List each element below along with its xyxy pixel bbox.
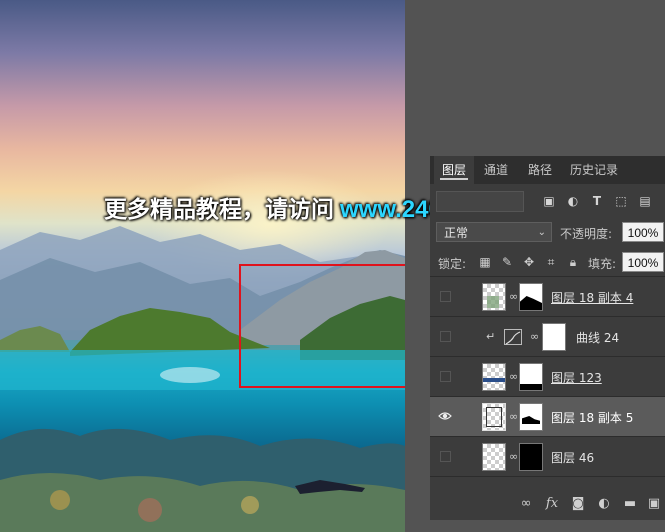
layer-name[interactable]: 图层 46 xyxy=(551,449,594,466)
add-mask-icon[interactable]: ◙ xyxy=(570,496,586,512)
link-layers-icon[interactable]: ∞ xyxy=(518,496,534,512)
layer-row[interactable]: ↵ ∞ 曲线 24 xyxy=(430,317,665,357)
visibility-toggle[interactable] xyxy=(440,451,451,462)
layers-panel: 图层 通道 路径 历史记录 ▣ ◐ T ⬚ ▤ 正常 ⌄ 不透明度: 100% … xyxy=(430,156,665,520)
image-filter-icon[interactable]: ▣ xyxy=(542,194,556,208)
new-adjustment-icon[interactable]: ◐ xyxy=(596,496,612,512)
eye-icon[interactable] xyxy=(438,410,452,422)
link-icon[interactable]: ∞ xyxy=(509,410,518,424)
smart-object-filter-icon[interactable]: ▤ xyxy=(638,194,652,208)
filter-kind-select[interactable] xyxy=(436,191,524,212)
lock-position-icon[interactable]: ✥ xyxy=(522,255,536,269)
lock-all-icon[interactable]: 🔒︎ xyxy=(566,255,580,269)
layer-mask-thumbnail xyxy=(519,443,543,471)
highlight-rectangle xyxy=(239,264,405,388)
visibility-toggle[interactable] xyxy=(440,291,451,302)
opacity-label: 不透明度: xyxy=(560,227,613,241)
blend-mode-value: 正常 xyxy=(444,226,469,240)
type-filter-icon[interactable]: T xyxy=(590,194,604,208)
new-group-icon[interactable]: ▬ xyxy=(622,496,638,512)
layer-name[interactable]: 图层 18 副本 4 xyxy=(551,289,633,306)
blend-mode-select[interactable]: 正常 ⌄ xyxy=(436,222,552,242)
opacity-field[interactable]: 100% xyxy=(622,222,664,242)
adjustment-filter-icon[interactable]: ◐ xyxy=(566,194,580,208)
tab-layers[interactable]: 图层 xyxy=(434,156,474,184)
layer-thumbnail xyxy=(482,283,506,311)
layer-mask-thumbnail xyxy=(542,323,566,351)
layers-list: ∞ 图层 18 副本 4 ↵ ∞ 曲线 24 ∞ 图层 123 ∞ 图层 18 … xyxy=(430,276,665,487)
clipping-arrow-icon: ↵ xyxy=(486,330,496,343)
lock-transparent-icon[interactable]: ▦ xyxy=(478,255,492,269)
layer-name[interactable]: 图层 123 xyxy=(551,369,602,386)
link-icon[interactable]: ∞ xyxy=(509,290,518,304)
fill-label: 填充: xyxy=(588,257,617,271)
layer-row[interactable]: ∞ 图层 123 xyxy=(430,357,665,397)
curves-adjustment-icon xyxy=(504,329,522,345)
layer-row[interactable]: ∞ 图层 46 xyxy=(430,437,665,477)
link-icon[interactable]: ∞ xyxy=(530,330,539,344)
layer-row[interactable]: ∞ 图层 18 副本 5 xyxy=(430,397,665,437)
layer-thumbnail xyxy=(482,363,506,391)
tab-history[interactable]: 历史记录 xyxy=(562,156,626,184)
new-layer-icon[interactable]: ▣ xyxy=(646,496,662,512)
link-icon[interactable]: ∞ xyxy=(509,450,518,464)
layer-mask-thumbnail xyxy=(519,363,543,391)
layer-filter-row: ▣ ◐ T ⬚ ▤ xyxy=(430,188,665,216)
visibility-toggle[interactable] xyxy=(440,371,451,382)
layers-bottom-toolbar: ∞ fx ◙ ◐ ▬ ▣ xyxy=(430,486,665,520)
tab-channels[interactable]: 通道 xyxy=(476,156,516,184)
fill-field[interactable]: 100% xyxy=(622,252,664,272)
shape-filter-icon[interactable]: ⬚ xyxy=(614,194,628,208)
lock-label: 锁定: xyxy=(438,257,467,271)
layer-mask-thumbnail xyxy=(519,403,543,431)
layer-thumbnail xyxy=(482,403,506,431)
link-icon[interactable]: ∞ xyxy=(509,370,518,384)
panel-tabs: 图层 通道 路径 历史记录 xyxy=(430,156,665,184)
layer-thumbnail xyxy=(482,443,506,471)
lock-row: 锁定: ▦ ✎ ✥ ⌗ 🔒︎ 填充: 100% xyxy=(430,252,665,276)
document-canvas[interactable] xyxy=(0,0,405,532)
blend-row: 正常 ⌄ 不透明度: 100% xyxy=(430,222,665,246)
layer-mask-thumbnail xyxy=(519,283,543,311)
visibility-toggle[interactable] xyxy=(440,331,451,342)
lock-image-icon[interactable]: ✎ xyxy=(500,255,514,269)
layer-name[interactable]: 图层 18 副本 5 xyxy=(551,409,633,426)
lock-artboard-icon[interactable]: ⌗ xyxy=(544,255,558,269)
watermark-text: 更多精品教程，请访问 xyxy=(104,197,334,223)
chevron-down-icon: ⌄ xyxy=(537,227,546,238)
layer-name[interactable]: 曲线 24 xyxy=(576,329,619,346)
fx-icon[interactable]: fx xyxy=(544,496,560,512)
tab-paths[interactable]: 路径 xyxy=(520,156,560,184)
layer-row[interactable]: ∞ 图层 18 副本 4 xyxy=(430,277,665,317)
